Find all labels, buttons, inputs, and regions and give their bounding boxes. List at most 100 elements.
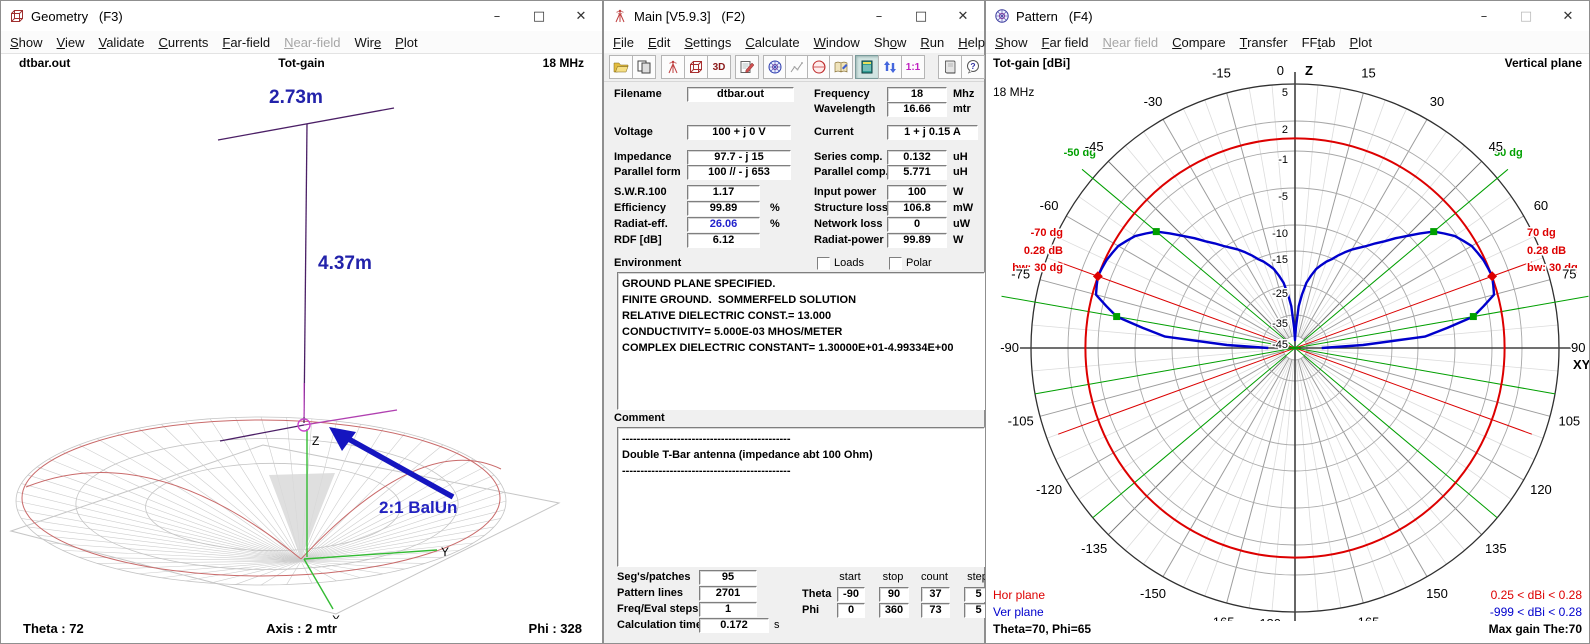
polar-plot[interactable]: -70 dg0.28 dBbw: 30 dg70 dg0.28 dBbw: 30… — [986, 61, 1589, 621]
max-gain-marker — [1093, 271, 1103, 281]
network-loss-input[interactable]: 0 — [887, 217, 947, 232]
menu-calculate[interactable]: Calculate — [738, 33, 806, 52]
comment-textarea[interactable]: ----------------------------------------… — [617, 427, 985, 567]
edit-nec-icon — [739, 59, 755, 75]
menu-currents[interactable]: Currents — [152, 33, 216, 52]
menu-edit[interactable]: Edit — [641, 33, 677, 52]
segs-input[interactable]: 95 — [699, 570, 757, 585]
gain-table-button[interactable] — [855, 55, 879, 79]
menu-view[interactable]: View — [50, 33, 92, 52]
optimizer-arrows-button[interactable] — [878, 55, 902, 79]
geometry-3d-view[interactable]: ZYX2.73m4.37m2:1 BalUn — [1, 73, 602, 619]
vertical-length-label: 4.37m — [318, 253, 372, 274]
polar-checkbox[interactable] — [889, 257, 902, 270]
view-3d-button[interactable]: 3D — [707, 55, 731, 79]
radiat-eff-label: Radiat-eff. — [614, 218, 668, 230]
manual-book-button[interactable] — [938, 55, 962, 79]
filename-input[interactable]: dtbar.out — [687, 87, 794, 102]
theta-start-input[interactable]: -90 — [837, 587, 865, 602]
geometry-plot-type: Tot-gain — [1, 56, 602, 70]
maximize-button[interactable]: □ — [900, 1, 942, 31]
style-book-button[interactable] — [829, 55, 853, 79]
theta-count-input[interactable]: 37 — [921, 587, 950, 602]
menu-plot[interactable]: Plot — [1343, 33, 1379, 52]
current-input[interactable]: 1 + j 0.15 A — [887, 125, 978, 140]
menu-file[interactable]: File — [606, 33, 641, 52]
minimize-button[interactable]: – — [1463, 1, 1505, 31]
menu-far-field[interactable]: Far-field — [215, 33, 277, 52]
efficiency-unit: % — [770, 202, 780, 214]
phi-start-input[interactable]: 0 — [837, 603, 865, 618]
structure-loss-input[interactable]: 106.8 — [887, 201, 947, 216]
menu-fftab[interactable]: FFtab — [1295, 33, 1343, 52]
menu-show[interactable]: Show — [988, 33, 1035, 52]
input-power-input[interactable]: 100 — [887, 185, 947, 200]
swr-input[interactable]: 1.17 — [687, 185, 760, 200]
geometry-cube-icon — [9, 8, 25, 24]
line-chart-button[interactable] — [785, 55, 809, 79]
rdf-input[interactable]: 6.12 — [687, 233, 760, 248]
series-comp-input[interactable]: 0.132 — [887, 150, 947, 165]
menu-compare[interactable]: Compare — [1165, 33, 1232, 52]
close-button[interactable]: ✕ — [942, 1, 984, 31]
theta-stop-input[interactable]: 90 — [879, 587, 909, 602]
style-book-icon — [833, 59, 849, 75]
menu-near-field[interactable]: Near-field — [277, 33, 347, 52]
max-gain-info: Max gain The:70 — [1489, 622, 1582, 636]
maximize-button[interactable]: □ — [518, 1, 560, 31]
radiat-power-input[interactable]: 99.89 — [887, 233, 947, 248]
wavelength-input[interactable]: 16.66 — [887, 102, 947, 117]
menu-plot[interactable]: Plot — [388, 33, 424, 52]
loads-label: Loads — [834, 257, 864, 269]
pattern-circle-button[interactable] — [763, 55, 787, 79]
open-file-button[interactable] — [609, 55, 633, 79]
pattern-lines-input[interactable]: 2701 — [699, 586, 757, 601]
antenna-button[interactable] — [661, 55, 685, 79]
phi-count-input[interactable]: 73 — [921, 603, 950, 618]
freq-steps-input[interactable]: 1 — [699, 602, 757, 617]
minimize-button[interactable]: – — [858, 1, 900, 31]
close-button[interactable]: ✕ — [1547, 1, 1589, 31]
parallel-comp-input[interactable]: 5.771 — [887, 165, 947, 180]
efficiency-input[interactable]: 99.89 — [687, 201, 760, 216]
loads-checkbox[interactable] — [817, 257, 830, 270]
edit-nec-button[interactable] — [735, 55, 759, 79]
menu-validate[interactable]: Validate — [91, 33, 151, 52]
scale-1to1-button[interactable]: 1:1 — [901, 55, 925, 79]
calc-time-input[interactable]: 0.172 — [699, 618, 769, 633]
geometry-cube-button[interactable] — [684, 55, 708, 79]
line-chart-icon — [789, 59, 805, 75]
menu-wire[interactable]: Wire — [347, 33, 388, 52]
phi-stop-input[interactable]: 360 — [879, 603, 909, 618]
menu-settings[interactable]: Settings — [677, 33, 738, 52]
copy-file-button[interactable] — [632, 55, 656, 79]
menu-show[interactable]: Show — [3, 33, 50, 52]
svg-text:?: ? — [970, 61, 975, 71]
environment-textarea[interactable]: GROUND PLANE SPECIFIED. FINITE GROUND. S… — [617, 272, 985, 410]
frequency-input[interactable]: 18 — [887, 87, 947, 102]
menu-run[interactable]: Run — [913, 33, 951, 52]
menu-show[interactable]: Show — [867, 33, 914, 52]
svg-text:135: 135 — [1485, 541, 1507, 556]
parallel-form-input[interactable]: 100 // - j 653 — [687, 165, 791, 180]
voltage-input[interactable]: 100 + j 0 V — [687, 125, 791, 140]
svg-text:165: 165 — [1358, 614, 1380, 621]
radiat-eff-input[interactable]: 26.06 — [687, 217, 760, 232]
sweep-header-count: count — [921, 571, 948, 583]
pattern-menubar: ShowFar fieldNear fieldCompareTransferFF… — [986, 31, 1589, 54]
menu-transfer[interactable]: Transfer — [1233, 33, 1295, 52]
swr-label: S.W.R.100 — [614, 186, 667, 198]
rdf-label: RDF [dB] — [614, 234, 662, 246]
svg-text:-75: -75 — [1011, 266, 1030, 281]
close-button[interactable]: ✕ — [560, 1, 602, 31]
minimize-button[interactable]: – — [476, 1, 518, 31]
maximize-button[interactable]: □ — [1505, 1, 1547, 31]
menu-window[interactable]: Window — [807, 33, 867, 52]
menu-far-field[interactable]: Far field — [1035, 33, 1096, 52]
svg-text:-45: -45 — [1272, 339, 1288, 351]
legend-hor-plane: Hor plane — [993, 588, 1045, 602]
smith-chart-button[interactable] — [807, 55, 831, 79]
help-button[interactable]: ? — [961, 55, 985, 79]
impedance-input[interactable]: 97.7 - j 15 — [687, 150, 791, 165]
menu-near-field[interactable]: Near field — [1096, 33, 1166, 52]
